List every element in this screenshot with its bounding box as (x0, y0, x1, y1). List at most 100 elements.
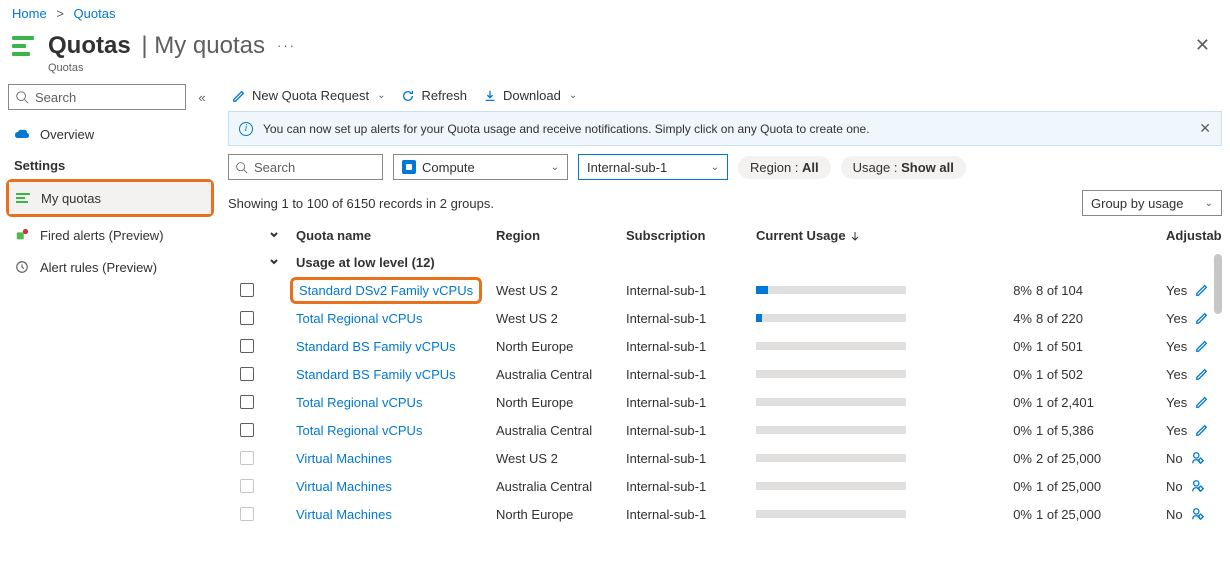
row-checkbox[interactable] (240, 367, 254, 381)
close-button[interactable]: ✕ (1187, 31, 1218, 60)
col-current-usage[interactable]: Current Usage (756, 228, 956, 243)
alert-icon (14, 227, 30, 243)
row-checkbox (240, 451, 254, 465)
usage-bar (756, 398, 906, 406)
breadcrumb: Home > Quotas (0, 0, 1230, 27)
pencil-icon[interactable] (1195, 311, 1209, 325)
table-row: Total Regional vCPUsAustralia CentralInt… (228, 416, 1222, 444)
row-checkbox (240, 507, 254, 521)
info-banner: i You can now set up alerts for your Quo… (228, 111, 1222, 146)
usage-percent: 0% (956, 339, 1036, 354)
usage-of-limit: 1 of 2,401 (1036, 395, 1166, 410)
subscription-cell: Internal-sub-1 (626, 339, 756, 354)
refresh-icon (401, 89, 415, 103)
chevron-down-icon: ⌄ (1205, 198, 1213, 209)
subscription-cell: Internal-sub-1 (626, 423, 756, 438)
pencil-icon[interactable] (1195, 395, 1209, 409)
person-icon[interactable] (1191, 507, 1205, 521)
sidebar-item-alert-rules[interactable]: Alert rules (Preview) (8, 251, 212, 283)
row-checkbox[interactable] (240, 423, 254, 437)
subscription-cell: Internal-sub-1 (626, 451, 756, 466)
breadcrumb-home[interactable]: Home (12, 6, 47, 21)
pencil-icon[interactable] (1195, 423, 1209, 437)
adjustable-label: Yes (1166, 395, 1187, 410)
col-adjustable[interactable]: Adjustable (1166, 228, 1222, 243)
person-icon[interactable] (1191, 451, 1205, 465)
sidebar-item-my-quotas[interactable]: My quotas (9, 182, 211, 214)
subscription-select[interactable]: Internal-sub-1 ⌄ (578, 154, 728, 180)
refresh-button[interactable]: Refresh (401, 88, 467, 103)
region-cell: North Europe (496, 395, 626, 410)
usage-bar (756, 482, 906, 490)
region-filter-pill[interactable]: Region : All (738, 156, 831, 179)
row-checkbox[interactable] (240, 395, 254, 409)
scrollbar-thumb[interactable] (1214, 254, 1222, 314)
main-content: New Quota Request⌄ Refresh Download⌄ i Y… (220, 80, 1230, 577)
search-icon (235, 161, 248, 174)
usage-percent: 4% (956, 311, 1036, 326)
usage-of-limit: 8 of 104 (1036, 283, 1166, 298)
banner-close-button[interactable]: ✕ (1199, 120, 1211, 137)
collapse-sidebar-button[interactable]: « (192, 87, 212, 107)
usage-bar (756, 454, 906, 462)
person-icon[interactable] (1191, 479, 1205, 493)
quota-name-link[interactable]: Total Regional vCPUs (296, 423, 422, 438)
sidebar-item-overview[interactable]: Overview (8, 118, 212, 150)
usage-bar (756, 426, 906, 434)
provider-select[interactable]: Compute ⌄ (393, 154, 568, 180)
group-by-select[interactable]: Group by usage ⌄ (1082, 190, 1222, 216)
adjustable-label: Yes (1166, 283, 1187, 298)
quota-name-link[interactable]: Standard BS Family vCPUs (296, 339, 456, 354)
region-cell: North Europe (496, 339, 626, 354)
usage-filter-pill[interactable]: Usage : Show all (841, 156, 966, 179)
quota-name-link[interactable]: Virtual Machines (296, 451, 392, 466)
sidebar-item-fired-alerts[interactable]: Fired alerts (Preview) (8, 219, 212, 251)
expand-all-button[interactable] (268, 228, 296, 243)
highlight-my-quotas: My quotas (6, 179, 214, 217)
table-row: Standard BS Family vCPUs North EuropeInte… (228, 332, 1222, 360)
pencil-icon[interactable] (1195, 367, 1209, 381)
group-header[interactable]: Usage at low level (12) (228, 247, 1222, 276)
download-button[interactable]: Download⌄ (483, 88, 577, 103)
row-checkbox[interactable] (240, 339, 254, 353)
quota-name-link[interactable]: Standard BS Family vCPUs (296, 367, 456, 382)
breadcrumb-quotas[interactable]: Quotas (74, 6, 116, 21)
table-header: Quota name Region Subscription Current U… (228, 224, 1222, 247)
table-row: Total Regional vCPUs North EuropeInternal… (228, 388, 1222, 416)
subscription-cell: Internal-sub-1 (626, 479, 756, 494)
col-quota-name[interactable]: Quota name (296, 228, 496, 243)
breadcrumb-sep: > (56, 6, 64, 21)
quota-name-link[interactable]: Virtual Machines (296, 507, 392, 522)
chevron-down-icon: ⌄ (551, 162, 559, 173)
more-actions-button[interactable]: ··· (277, 38, 296, 53)
col-region[interactable]: Region (496, 228, 626, 243)
quota-name-link[interactable]: Standard DSv2 Family vCPUs (299, 283, 473, 298)
quota-name-link[interactable]: Total Regional vCPUs (296, 395, 422, 410)
highlight-quota-name: Standard DSv2 Family vCPUs (290, 277, 482, 304)
row-checkbox[interactable] (240, 283, 254, 297)
sidebar-search-input[interactable]: Search (8, 84, 186, 110)
pencil-icon[interactable] (1195, 283, 1209, 297)
region-cell: Australia Central (496, 367, 626, 382)
col-subscription[interactable]: Subscription (626, 228, 756, 243)
quota-name-link[interactable]: Virtual Machines (296, 479, 392, 494)
command-bar: New Quota Request⌄ Refresh Download⌄ (228, 80, 1222, 111)
row-checkbox[interactable] (240, 311, 254, 325)
region-cell: West US 2 (496, 311, 626, 326)
usage-percent: 0% (956, 423, 1036, 438)
table-search-input[interactable]: Search (228, 154, 383, 180)
region-cell: North Europe (496, 507, 626, 522)
region-cell: Australia Central (496, 479, 626, 494)
pencil-icon[interactable] (1195, 339, 1209, 353)
quotas-icon (12, 36, 36, 56)
usage-percent: 0% (956, 367, 1036, 382)
pencil-icon (232, 89, 246, 103)
usage-percent: 0% (956, 507, 1036, 522)
table-row: Virtual Machines Australia CentralInterna… (228, 472, 1222, 500)
subscription-cell: Internal-sub-1 (626, 395, 756, 410)
new-quota-request-button[interactable]: New Quota Request⌄ (232, 88, 385, 103)
quota-name-link[interactable]: Total Regional vCPUs (296, 311, 422, 326)
subscription-cell: Internal-sub-1 (626, 507, 756, 522)
chevron-down-icon (268, 255, 280, 267)
adjustable-label: Yes (1166, 311, 1187, 326)
